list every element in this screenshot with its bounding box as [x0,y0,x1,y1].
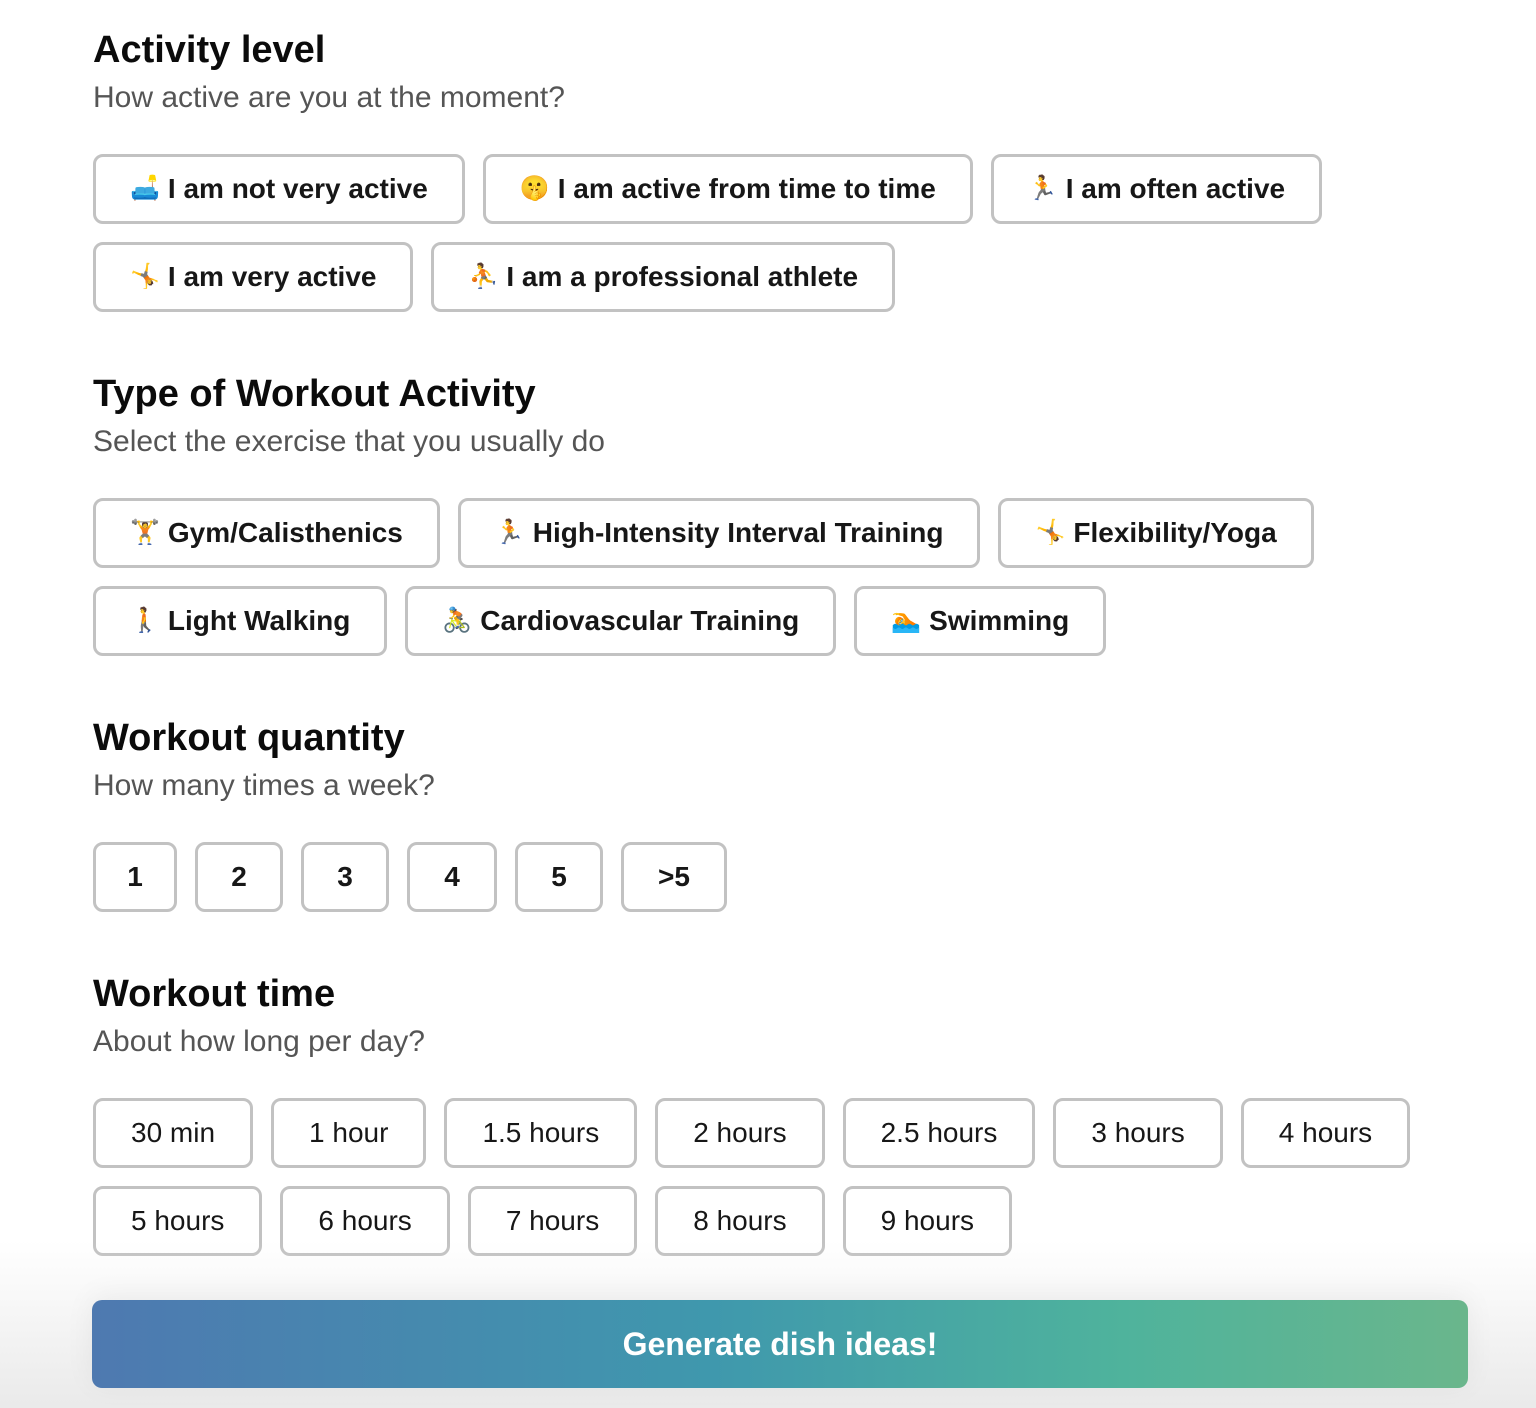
workout-option-cardio[interactable]: 🚴 Cardiovascular Training [405,586,837,656]
workout-quantity-subtitle: How many times a week? [93,769,435,802]
time-option-8-hours[interactable]: 8 hours [655,1186,825,1256]
quantity-option-4[interactable]: 4 [407,842,497,912]
option-label: High-Intensity Interval Training [532,517,944,548]
time-option-4-hours[interactable]: 4 hours [1240,1098,1411,1168]
couch-icon: 🛋️ [130,175,160,202]
workout-type-section: Type of Workout Activity Select the exer… [93,370,1473,656]
swimmer-icon: 🏊 [891,607,922,634]
activity-option-very-active[interactable]: 🤸 I am very active [93,242,414,312]
workout-time-title: Workout time [93,973,336,1015]
activity-level-title: Activity level [93,29,326,71]
quantity-option-1[interactable]: 1 [93,842,177,912]
time-option-2-hours[interactable]: 2 hours [655,1098,825,1168]
activity-level-section: Activity level How active are you at the… [93,26,1473,312]
time-option-2-5-hours[interactable]: 2.5 hours [842,1098,1036,1168]
time-option-30-min[interactable]: 30 min [93,1098,254,1168]
workout-option-walking[interactable]: 🚶 Light Walking [93,586,388,656]
weightlifter-icon: 🏋️ [130,519,160,546]
quantity-option-2[interactable]: 2 [195,842,283,912]
time-option-3-hours[interactable]: 3 hours [1053,1098,1223,1168]
workout-time-subtitle: About how long per day? [93,1025,425,1058]
option-label: Light Walking [167,605,351,636]
option-label: I am a professional athlete [506,261,859,292]
shushing-face-icon: 🤫 [519,175,550,202]
option-label: I am often active [1065,173,1286,204]
time-option-1-hour[interactable]: 1 hour [271,1098,427,1168]
time-option-7-hours[interactable]: 7 hours [467,1186,638,1256]
activity-level-subtitle: How active are you at the moment? [93,81,565,114]
workout-time-options: 30 min 1 hour 1.5 hours 2 hours 2.5 hour… [93,1098,1473,1256]
option-label: Flexibility/Yoga [1073,517,1277,548]
quantity-option-more-than-5[interactable]: >5 [621,842,727,912]
activity-level-options: 🛋️ I am not very active 🤫 I am active fr… [93,154,1333,312]
option-label: Swimming [929,605,1070,636]
option-label: I am active from time to time [557,173,936,204]
activity-option-not-very-active[interactable]: 🛋️ I am not very active [93,154,465,224]
walking-person-icon: 🚶 [130,607,160,634]
time-option-1-5-hours[interactable]: 1.5 hours [444,1098,638,1168]
time-option-6-hours[interactable]: 6 hours [280,1186,450,1256]
option-label: I am not very active [167,173,428,204]
running-person-icon: 🏃 [494,519,525,546]
workout-option-yoga[interactable]: 🤸 Flexibility/Yoga [998,498,1314,568]
time-option-9-hours[interactable]: 9 hours [842,1186,1013,1256]
cyclist-icon: 🚴 [442,607,473,634]
generate-dish-ideas-button[interactable]: Generate dish ideas! [92,1300,1468,1388]
cartwheel-person-icon: 🤸 [130,263,160,290]
activity-option-often-active[interactable]: 🏃 I am often active [990,154,1323,224]
activity-option-professional-athlete[interactable]: ⛹️ I am a professional athlete [431,242,896,312]
option-label: I am very active [167,261,377,292]
cartwheel-person-icon: 🤸 [1035,519,1066,546]
quantity-option-5[interactable]: 5 [515,842,603,912]
running-person-icon: 🏃 [1027,175,1058,202]
option-label: Cardiovascular Training [480,605,800,636]
workout-option-gym[interactable]: 🏋️ Gym/Calisthenics [93,498,440,568]
option-label: Gym/Calisthenics [167,517,403,548]
workout-time-section: Workout time About how long per day? 30 … [93,970,1473,1256]
workout-quantity-options: 1 2 3 4 5 >5 [93,842,1473,912]
workout-type-title: Type of Workout Activity [93,373,536,415]
time-option-5-hours[interactable]: 5 hours [93,1186,263,1256]
workout-type-options: 🏋️ Gym/Calisthenics 🏃 High-Intensity Int… [93,498,1333,656]
quantity-option-3[interactable]: 3 [301,842,389,912]
workout-option-swimming[interactable]: 🏊 Swimming [854,586,1107,656]
activity-option-time-to-time[interactable]: 🤫 I am active from time to time [482,154,973,224]
workout-type-subtitle: Select the exercise that you usually do [93,425,605,458]
workout-quantity-title: Workout quantity [93,717,405,759]
workout-quantity-section: Workout quantity How many times a week? … [93,714,1473,912]
ball-player-icon: ⛹️ [468,263,499,290]
workout-option-hiit[interactable]: 🏃 High-Intensity Interval Training [457,498,981,568]
